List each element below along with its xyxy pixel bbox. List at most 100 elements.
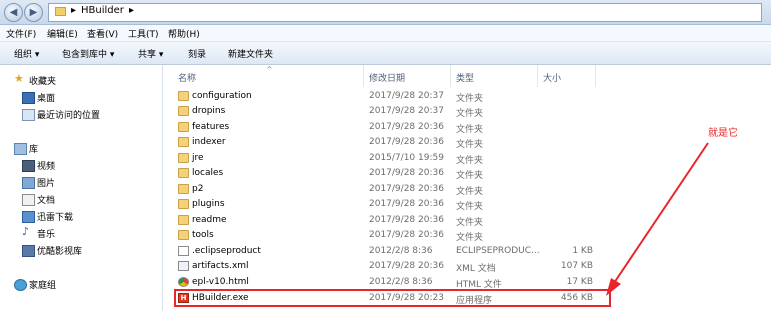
file-row[interactable]: readme 2017/9/28 20:36 文件夹: [163, 213, 771, 228]
file-name: readme: [192, 215, 227, 225]
homegroup-icon: [14, 279, 27, 291]
column-divider[interactable]: [595, 65, 596, 87]
file-date: 2017/9/28 20:36: [369, 168, 444, 178]
thunder-download-icon: [22, 211, 35, 223]
menu-help[interactable]: 帮助(H): [168, 27, 200, 40]
file-size: 17 KB: [566, 277, 593, 287]
folder-icon: [178, 199, 189, 209]
file-size: 1 KB: [572, 246, 593, 256]
folder-icon: [178, 215, 189, 225]
file-row[interactable]: indexer 2017/9/28 20:36 文件夹: [163, 135, 771, 150]
star-icon: ★: [14, 72, 24, 85]
file-date: 2017/9/28 20:37: [369, 91, 444, 101]
file-row[interactable]: artifacts.xml 2017/9/28 20:36 XML 文档 107…: [163, 259, 771, 274]
sidebar-item-label: 音乐: [37, 230, 56, 240]
organize-button[interactable]: 组织 ▾: [14, 47, 39, 60]
file-type: 文件夹: [456, 125, 484, 135]
file-date: 2017/9/28 20:36: [369, 215, 444, 225]
file-date: 2012/2/8 8:36: [369, 246, 433, 256]
file-name: .eclipseproduct: [192, 246, 261, 256]
file-row[interactable]: features 2017/9/28 20:36 文件夹: [163, 120, 771, 135]
navigation-pane: ★ 收藏夹 桌面 最近访问的位置 库 视频 图片 文档 迅雷下载 ♪ 音乐 优酷…: [0, 65, 163, 311]
column-header-type[interactable]: 类型: [456, 71, 474, 84]
address-field[interactable]: ▸ HBuilder ▸: [48, 3, 762, 22]
column-header-date[interactable]: 修改日期: [369, 71, 405, 84]
column-header-row: 名称 ^ 修改日期 类型 大小: [163, 65, 771, 87]
desktop-icon: [22, 92, 35, 104]
file-name: locales: [192, 168, 224, 178]
sidebar-item-label: 文档: [37, 196, 56, 206]
file-name: indexer: [192, 137, 226, 147]
sidebar-item-label: 图片: [37, 179, 56, 189]
recent-places-icon: [22, 109, 35, 121]
file-name: tools: [192, 230, 214, 240]
file-name: configuration: [192, 91, 252, 101]
libraries-icon: [14, 143, 27, 155]
folder-icon: [178, 168, 189, 178]
file-row[interactable]: dropins 2017/9/28 20:37 文件夹: [163, 104, 771, 119]
breadcrumb-hbuilder[interactable]: HBuilder: [81, 5, 124, 16]
chrome-icon: [178, 277, 189, 287]
column-divider[interactable]: [363, 65, 364, 87]
file-row[interactable]: plugins 2017/9/28 20:36 文件夹: [163, 197, 771, 212]
generic-file-icon: [178, 246, 189, 256]
file-size: 107 KB: [560, 261, 593, 271]
menu-file[interactable]: 文件(F): [6, 27, 36, 40]
file-date: 2017/9/28 20:36: [369, 230, 444, 240]
file-type: 文件夹: [456, 140, 484, 150]
column-header-name[interactable]: 名称: [178, 71, 196, 84]
file-name: artifacts.xml: [192, 261, 249, 271]
menu-edit[interactable]: 编辑(E): [47, 27, 78, 40]
file-date: 2017/9/28 20:36: [369, 137, 444, 147]
file-date: 2017/9/28 20:36: [369, 184, 444, 194]
file-type: 文件夹: [456, 187, 484, 197]
file-type: 文件夹: [456, 156, 484, 166]
burn-button[interactable]: 刻录: [188, 47, 206, 60]
column-divider[interactable]: [537, 65, 538, 87]
music-icon: ♪: [22, 225, 30, 238]
file-row[interactable]: .eclipseproduct 2012/2/8 8:36 ECLIPSEPRO…: [163, 244, 771, 259]
file-type: 文件夹: [456, 94, 484, 104]
sidebar-libraries-label: 库: [29, 145, 39, 155]
menu-view[interactable]: 查看(V): [87, 27, 118, 40]
file-row[interactable]: locales 2017/9/28 20:36 文件夹: [163, 166, 771, 181]
folder-icon: [178, 122, 189, 132]
file-date: 2017/9/28 20:36: [369, 199, 444, 209]
new-folder-button[interactable]: 新建文件夹: [228, 47, 273, 60]
file-row[interactable]: jre 2015/7/10 19:59 文件夹: [163, 151, 771, 166]
file-name: jre: [192, 153, 204, 163]
file-name: p2: [192, 184, 204, 194]
sidebar-favorites-label: 收藏夹: [29, 77, 57, 87]
file-type: 文件夹: [456, 218, 484, 228]
folder-icon: [178, 230, 189, 240]
back-button[interactable]: ◀: [4, 3, 23, 22]
file-name: dropins: [192, 106, 226, 116]
file-name: plugins: [192, 199, 225, 209]
share-button[interactable]: 共享 ▾: [138, 47, 163, 60]
documents-icon: [22, 194, 35, 206]
sidebar-item-label: 迅雷下载: [37, 213, 74, 223]
forward-button[interactable]: ▶: [24, 3, 43, 22]
column-header-size[interactable]: 大小: [543, 71, 561, 84]
folder-icon: [178, 153, 189, 163]
file-type: 文件夹: [456, 109, 484, 119]
folder-icon: [178, 137, 189, 147]
annotation-highlight-box: [174, 289, 611, 307]
annotation-label: 就是它: [708, 128, 738, 139]
pictures-icon: [22, 177, 35, 189]
file-name: epl-v10.html: [192, 277, 249, 287]
breadcrumb-separator: ▸: [129, 5, 135, 16]
file-row[interactable]: tools 2017/9/28 20:36 文件夹: [163, 228, 771, 243]
file-row[interactable]: configuration 2017/9/28 20:37 文件夹: [163, 89, 771, 104]
column-divider[interactable]: [450, 65, 451, 87]
video-icon: [22, 160, 35, 172]
include-in-library-button[interactable]: 包含到库中 ▾: [62, 47, 114, 60]
folder-icon: [178, 106, 189, 116]
sidebar-item-label: 视频: [37, 162, 56, 172]
file-date: 2017/9/28 20:36: [369, 122, 444, 132]
file-row[interactable]: epl-v10.html 2012/2/8 8:36 HTML 文件 17 KB: [163, 275, 771, 290]
menu-tools[interactable]: 工具(T): [128, 27, 159, 40]
file-name: features: [192, 122, 230, 132]
file-row[interactable]: p2 2017/9/28 20:36 文件夹: [163, 182, 771, 197]
command-bar: 组织 ▾ 包含到库中 ▾ 共享 ▾ 刻录 新建文件夹: [0, 42, 771, 65]
